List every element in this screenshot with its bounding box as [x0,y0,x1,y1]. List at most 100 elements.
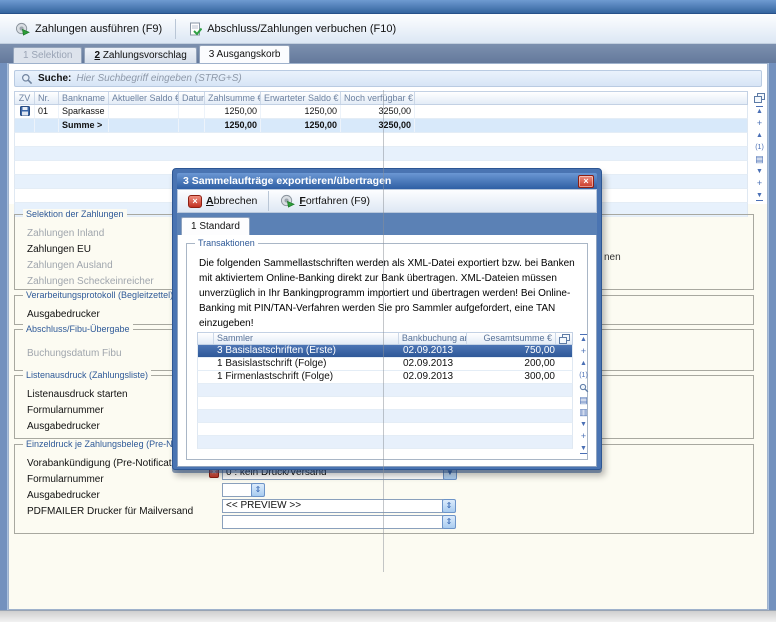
dialog-message: Die folgenden Sammellastschriften werden… [187,244,587,337]
wheel-green-arrow-icon [15,22,30,36]
dialog-toolbar: × Abbrechen Fortfahren (F9) [177,189,597,213]
group-title: Abschluss/Fibu-Übergabe [23,324,133,334]
pdfmailer-combobox[interactable] [222,515,443,529]
col-erwarteter-saldo[interactable]: Erwarteter Saldo € [261,92,341,104]
post-payments-button[interactable]: Abschluss/Zahlungen verbuchen (F10) [181,19,404,39]
append-row-icon[interactable]: + [581,432,586,441]
col-filler [415,92,747,104]
dialog-title: 3 Sammelaufträge exportieren/übertragen [180,175,578,187]
first-row-icon[interactable]: ▲ [580,334,587,344]
window-titlebar [0,0,776,14]
row-down-icon[interactable]: ▼ [580,420,587,429]
table-header-row[interactable]: ZV Nr. Bankname Aktueller Saldo € Datum … [14,91,748,105]
table-sum-row[interactable]: Summe > 1250,00 1250,00 3250,00 [14,119,748,133]
table-header-row[interactable]: Sammler Bankbuchung am Gesamtsumme € [197,332,573,345]
execute-payments-label: Zahlungen ausführen (F9) [35,23,162,35]
page-check-icon [189,22,202,36]
window-frame-right [768,63,776,610]
magnifier-icon[interactable] [579,383,589,393]
toolbar-separator [175,19,176,39]
col-datum[interactable]: Datum [179,92,205,104]
window-frame-left [0,63,8,610]
empty-row [197,436,573,449]
empty-row [197,410,573,423]
group-transaktionen: Transaktionen Die folgenden Sammellastsc… [186,243,588,460]
col-nr[interactable]: Nr. [35,92,59,104]
last-row-icon[interactable]: ▼ [756,191,763,201]
close-icon[interactable]: × [578,175,594,188]
ausgabedrucker-combobox[interactable]: << PREVIEW >> [222,499,443,513]
floppy-disk-icon [15,105,35,118]
search-label: Suche: [38,73,71,84]
single-record-icon[interactable]: (1) [755,143,764,152]
empty-row [197,384,573,397]
grid-nav-strip: ▲ + ▲ (1) ▤ ▼ + ▼ [753,93,766,201]
sammler-table: Sammler Bankbuchung am Gesamtsumme € 3 [197,332,573,449]
spinner-button[interactable]: ⇕ [442,515,456,529]
dialog-panel: Transaktionen Die folgenden Sammellastsc… [177,235,597,467]
insert-row-icon[interactable]: + [757,119,762,128]
first-row-icon[interactable]: ▲ [756,106,763,116]
col-gesamtsumme[interactable]: Gesamtsumme € [467,333,557,344]
wheel-green-arrow-icon [280,194,295,208]
empty-row [14,133,748,147]
search-bar[interactable]: Suche: Hier Suchbegriff eingeben (STRG+S… [14,70,762,87]
last-row-icon[interactable]: ▼ [580,444,587,454]
table-row[interactable]: 1 Basislastschrift (Folge) 02.09.2013 20… [197,358,573,371]
tab-selektion[interactable]: 1 Selektion [13,47,82,63]
empty-row [14,147,748,161]
col-sammler[interactable]: Sammler [214,333,399,344]
table-row[interactable]: 1 Firmenlastschrift (Folge) 02.09.2013 3… [197,371,573,384]
grid-nav-strip: ▲ + ▲ (1) ▤ ▥ ▼ + ▼ [577,334,590,454]
red-x-icon: × [188,195,202,208]
formularnummer-input[interactable] [222,483,252,497]
group-title: Selektion der Zahlungen [23,209,127,219]
post-payments-label: Abschluss/Zahlungen verbuchen (F10) [207,23,396,35]
tab-ausgangskorb[interactable]: 3 Ausgangskorb [199,45,291,63]
group-title: Listenausdruck (Zahlungsliste) [23,370,151,380]
copy-pages-icon[interactable] [754,93,765,103]
row-down-icon[interactable]: ▼ [756,167,763,176]
insert-row-icon[interactable]: + [581,347,586,356]
group-title: Transaktionen [195,238,258,248]
partial-hidden-label: nen [604,252,621,263]
single-record-icon[interactable]: (1) [579,371,588,380]
row-up-icon[interactable]: ▲ [580,359,587,368]
col-zahlsumme[interactable]: Zahlsumme € [205,92,261,104]
col-aktueller-saldo[interactable]: Aktueller Saldo € [109,92,179,104]
window-frame-bottom [0,610,776,622]
group-title: Verarbeitungsprotokoll (Begleitzettel) [23,290,176,300]
application-window: Zahlungen ausführen (F9) Abschluss/Zahlu… [0,0,776,622]
append-row-icon[interactable]: + [757,179,762,188]
table-row[interactable]: 01 Sparkasse 1250,00 1250,00 3250,00 [14,105,748,119]
table-row[interactable]: 3 Basislastschriften (Erste) 02.09.2013 … [197,345,573,358]
col-selector [198,333,214,344]
main-toolbar: Zahlungen ausführen (F9) Abschluss/Zahlu… [0,14,776,44]
magnifier-icon [21,73,33,85]
spinner-button[interactable]: ⇕ [251,483,265,497]
empty-row [197,423,573,436]
dialog-titlebar[interactable]: 3 Sammelaufträge exportieren/übertragen … [177,173,597,189]
cancel-button[interactable]: × Abbrechen [182,193,263,210]
spinner-button[interactable]: ⇕ [442,499,456,513]
format-icon[interactable]: ▤ [755,155,764,164]
tab-zahlungsvorschlag[interactable]: 2 Zahlungsvorschlag [84,47,196,63]
col-zv[interactable]: ZV [15,92,35,104]
copy-pages-icon[interactable] [556,333,572,344]
toolbar-separator [268,191,269,211]
filter-icon[interactable]: ▥ [579,408,588,417]
continue-label: Fortfahren (F9) [299,195,370,207]
execute-payments-button[interactable]: Zahlungen ausführen (F9) [7,19,170,39]
tab-standard[interactable]: 1 Standard [181,217,250,235]
search-input[interactable]: Hier Suchbegriff eingeben (STRG+S) [76,73,241,84]
format-icon[interactable]: ▤ [579,396,588,405]
col-noch-verfuegbar[interactable]: Noch verfügbar € [341,92,415,104]
vertical-divider-line [383,90,384,572]
continue-button[interactable]: Fortfahren (F9) [274,192,376,210]
export-dialog: 3 Sammelaufträge exportieren/übertragen … [172,168,602,470]
row-up-icon[interactable]: ▲ [756,131,763,140]
col-bankbuchung[interactable]: Bankbuchung am [399,333,467,344]
col-bankname[interactable]: Bankname [59,92,109,104]
cancel-label: Abbrechen [206,195,257,207]
dialog-tabstrip: 1 Standard [177,213,597,235]
